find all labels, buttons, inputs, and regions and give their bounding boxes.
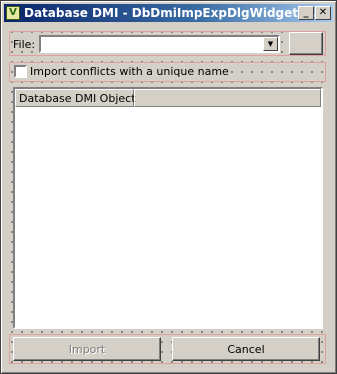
import-conflicts-checkbox[interactable] — [14, 65, 27, 78]
column-header-empty[interactable] — [134, 89, 321, 107]
list-header: Database DMI Object — [15, 89, 321, 107]
cancel-button[interactable]: Cancel — [172, 337, 320, 361]
import-button[interactable]: Import — [13, 337, 161, 361]
import-conflicts-label[interactable]: Import conflicts with a unique name — [30, 65, 229, 78]
dmi-object-list[interactable]: Database DMI Object — [13, 87, 323, 329]
close-button[interactable]: ✕ — [315, 6, 331, 20]
file-combobox[interactable]: ▼ — [39, 35, 280, 53]
minimize-button[interactable]: _ — [298, 6, 314, 20]
browse-button[interactable] — [289, 32, 323, 55]
app-icon: V — [6, 6, 20, 20]
file-label: File: — [13, 38, 36, 51]
title-bar[interactable]: V Database DMI - DbDmiImpExpDlgWidgets.u… — [4, 4, 333, 22]
chevron-down-icon[interactable]: ▼ — [263, 37, 278, 51]
window-title: Database DMI - DbDmiImpExpDlgWidgets.ui — [24, 6, 323, 20]
column-header-dmi-object[interactable]: Database DMI Object — [15, 89, 136, 107]
